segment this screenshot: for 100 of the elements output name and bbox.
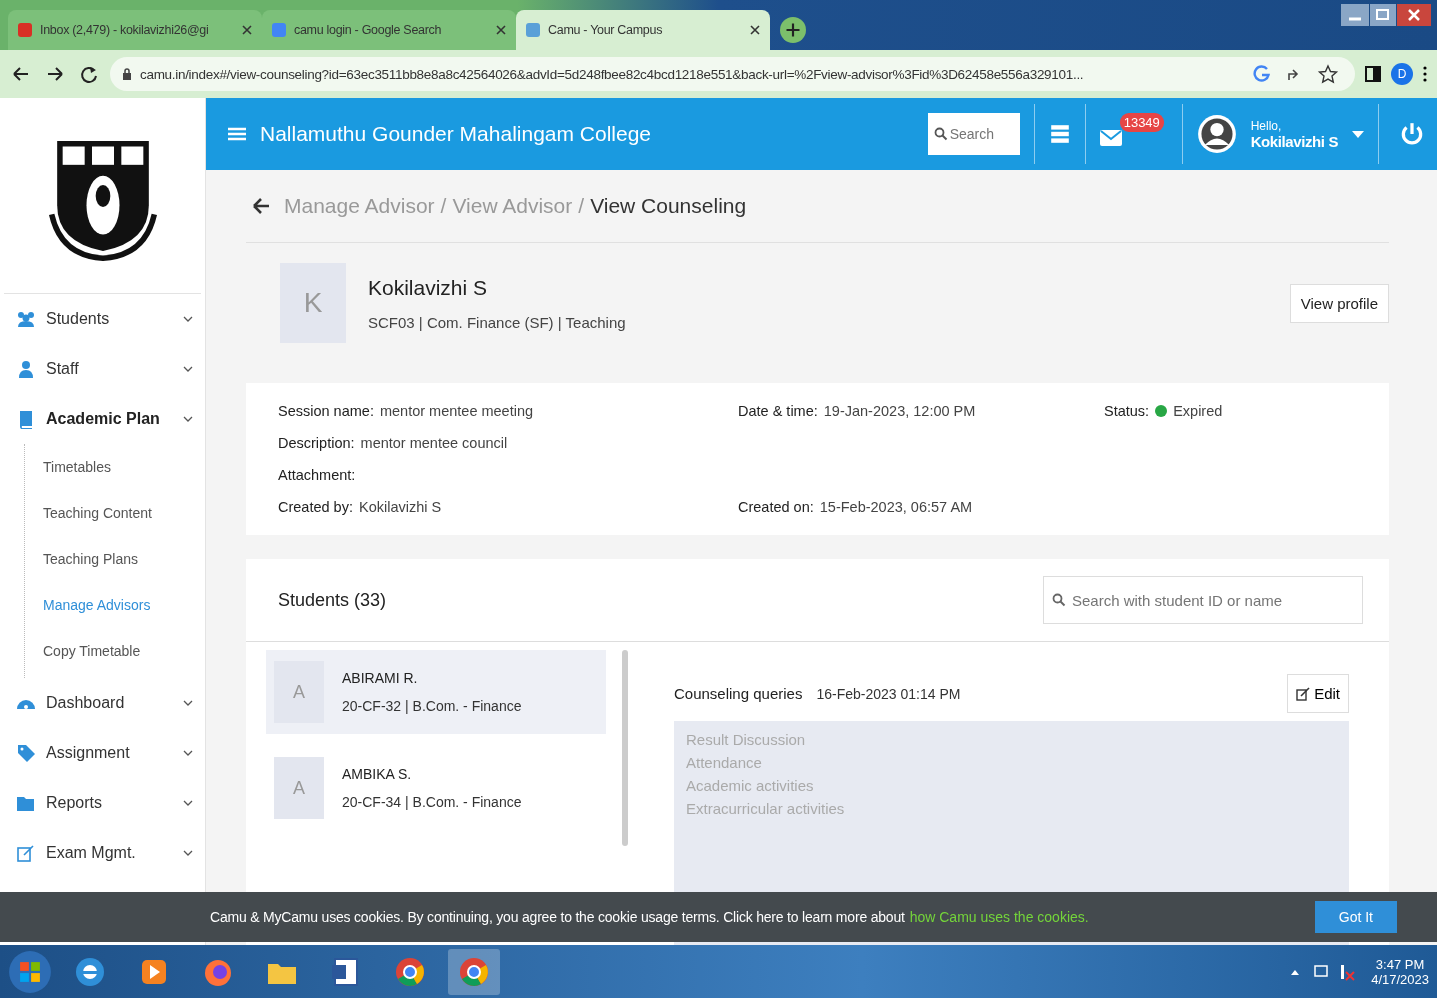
close-icon[interactable]: [242, 25, 252, 35]
queries-date: 16-Feb-2023 01:14 PM: [816, 685, 961, 702]
chevron-icon: [183, 850, 193, 856]
field-label: Date & time:: [738, 403, 818, 419]
chevron-icon: [183, 416, 193, 422]
edit-button[interactable]: Edit: [1287, 674, 1349, 713]
sidebar-label: Reports: [46, 794, 104, 812]
sidebar-item[interactable]: Students: [0, 294, 205, 344]
student-details: 20-CF-32 | B.Com. - Finance: [342, 698, 522, 714]
field-value: mentor mentee council: [360, 435, 508, 451]
field-value: Expired: [1173, 403, 1223, 419]
sidebar-label: Assignment: [46, 744, 131, 762]
profile-avatar[interactable]: D: [1391, 63, 1413, 85]
sidebar-label: Students: [46, 310, 111, 328]
edit-icon: [16, 843, 36, 863]
query-item: Result Discussion: [686, 731, 807, 748]
side-panel-icon[interactable]: [1365, 66, 1381, 82]
search-icon: [933, 127, 948, 141]
close-icon[interactable]: [750, 25, 760, 35]
sidebar-label: Dashboard: [46, 694, 126, 712]
chevron-icon: [183, 800, 193, 806]
navigation-icon[interactable]: [10, 64, 100, 84]
field-label: Description:: [278, 435, 355, 451]
tab-title: Inbox (2,479) - kokilavizhi26@gi: [40, 23, 210, 37]
submenu-item[interactable]: Manage Advisors: [25, 582, 205, 628]
advisor-name: Kokilavizhi S: [368, 275, 489, 300]
browser-tab[interactable]: camu login - Google Search: [262, 10, 516, 50]
cookie-text: Camu & MyCamu uses cookies. By continuing, you agree to the cookie usage terms. Click here to learn more about: [210, 909, 905, 925]
chevron-icon: [183, 700, 193, 706]
chevron-icon: [183, 366, 193, 372]
student-name: AMBIKA S.: [342, 766, 413, 782]
field-label: Created on:: [738, 499, 814, 515]
cookie-link[interactable]: how Camu uses the cookies.: [909, 909, 1089, 925]
student-name: ABIRAMI R.: [342, 670, 419, 686]
url-text: camu.in/index#/view-counseling?id=63ec3511bb8e8a8c42564026&advId=5d248fbee82c4bcd1218e551&back-url=%2Fview-advisor%3Fid%3D62458e556a329101...: [140, 66, 1085, 82]
mail-count-badge: 13349: [1119, 113, 1164, 132]
mail-icon[interactable]: [1099, 127, 1122, 149]
page-title: View Counseling: [590, 194, 747, 218]
sidebar-item[interactable]: Assignment: [0, 728, 205, 778]
initial-avatar: A: [274, 757, 324, 819]
sidebar-label: Exam Mgmt.: [46, 844, 137, 862]
submenu-item[interactable]: Copy Timetable: [25, 628, 205, 674]
submenu-item[interactable]: Teaching Content: [25, 490, 205, 536]
sidebar-item[interactable]: Academic Plan: [0, 394, 205, 444]
query-item: Academic activities: [686, 777, 815, 794]
field-value: mentor mentee meeting: [379, 403, 534, 419]
field-value: 19-Jan-2023, 12:00 PM: [823, 403, 976, 419]
tab-favicon-icon: [272, 23, 286, 37]
student-details: 20-CF-34 | B.Com. - Finance: [342, 794, 522, 810]
sidebar-item[interactable]: Reports: [0, 778, 205, 828]
start-button-icon[interactable]: [8, 949, 52, 994]
back-arrow-icon[interactable]: [252, 198, 270, 214]
address-bar[interactable]: camu.in/index#/view-counseling?id=63ec3511bb8e8a8c42564026&advId=5d248fbee82c4bcd1218e551&back-url=%2Fview-advisor%3Fid%3D62458e556a329101...: [110, 57, 1355, 91]
browser-tab[interactable]: Inbox (2,479) - kokilavizhi26@gi: [8, 10, 262, 50]
students-title: Students (33): [278, 589, 387, 611]
queries-title: Counseling queries: [674, 685, 803, 702]
query-item: Extracurricular activities: [686, 800, 846, 817]
sidebar-label: Academic Plan: [46, 410, 161, 428]
sidebar-label: Staff: [46, 360, 80, 378]
user-name: Kokilavizhi S: [1250, 132, 1338, 150]
field-label: Attachment:: [278, 467, 356, 483]
field-label: Session name:: [278, 403, 374, 419]
sidebar-item[interactable]: Exam Mgmt.: [0, 828, 205, 878]
tag-icon: [16, 743, 36, 763]
close-icon[interactable]: [496, 25, 506, 35]
search-field[interactable]: Search: [927, 113, 1020, 155]
round-browser-icon[interactable]: [448, 948, 500, 995]
view-profile-button[interactable]: View profile: [1289, 283, 1389, 323]
student-list-item[interactable]: A ABIRAMI R. 20-CF-32 | B.Com. - Finance: [266, 650, 606, 734]
submenu-item[interactable]: Timetables: [25, 444, 205, 490]
student-list-item[interactable]: A AMBIKA S. 20-CF-34 | B.Com. - Finance: [266, 746, 606, 830]
lock-icon: [122, 68, 132, 80]
user-avatar-icon[interactable]: [1196, 114, 1237, 154]
student-search-field[interactable]: Search with student ID or name: [1043, 576, 1363, 624]
chevron-icon: [183, 750, 193, 756]
browser-tab[interactable]: Camu - Your Campus: [516, 10, 770, 50]
college-name: Nallamuthu Gounder Mahalingam College: [260, 122, 652, 146]
new-tab-icon[interactable]: [780, 17, 806, 43]
field-label: Status:: [1104, 403, 1150, 419]
sidebar-item[interactable]: Dashboard: [0, 678, 205, 728]
menu-icon[interactable]: [1423, 66, 1427, 82]
power-icon[interactable]: [1399, 121, 1425, 147]
search-icon: [1052, 593, 1066, 607]
field-label: Created by:: [278, 499, 353, 515]
greeting-text: Hello,: [1250, 118, 1283, 133]
edit-icon: [1296, 686, 1311, 701]
tab-favicon-icon: [18, 23, 32, 37]
advisor-details: SCF03 | Com. Finance (SF) | Teaching: [368, 313, 626, 331]
tab-title: Camu - Your Campus: [548, 23, 664, 37]
submenu-item[interactable]: Teaching Plans: [25, 536, 205, 582]
breadcrumb-separator: /: [440, 194, 447, 218]
initial-avatar: A: [274, 661, 324, 723]
person-icon: [16, 359, 36, 379]
tab-title: camu login - Google Search: [294, 23, 443, 37]
field-value: 15-Feb-2023, 06:57 AM: [819, 499, 973, 515]
caret-icon[interactable]: [1352, 130, 1364, 138]
server-icon[interactable]: [1048, 123, 1071, 145]
sidebar-item[interactable]: Staff: [0, 344, 205, 394]
chevron-icon: [183, 316, 193, 322]
initial-avatar: K: [280, 263, 346, 343]
